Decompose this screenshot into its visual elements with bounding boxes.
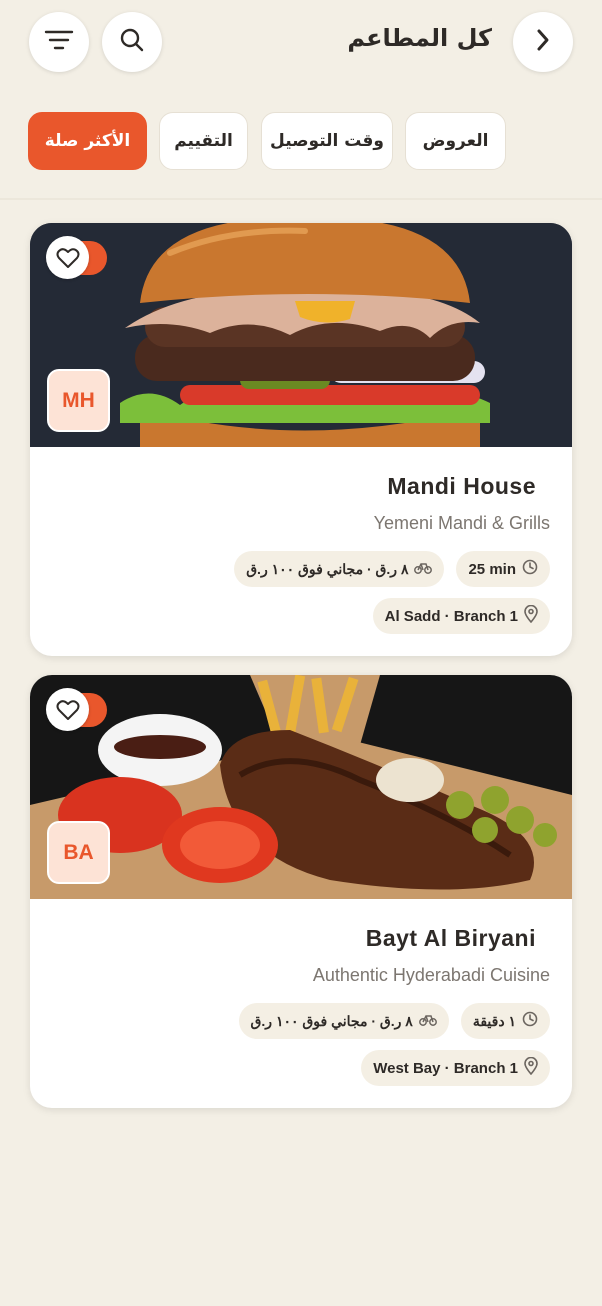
header: كل المطاعم الأكثر صلة التقييم وقت التوصي…: [0, 0, 602, 200]
heart-icon: [46, 688, 89, 731]
restaurant-logo: MH: [47, 369, 110, 432]
search-button[interactable]: [102, 12, 162, 72]
delivery-fee-tag: ٨ ر.ق · مجاني فوق ١٠٠ ر.ق: [238, 1003, 449, 1039]
bike-icon: [418, 1012, 437, 1030]
restaurant-card[interactable]: MH Mandi House Yemeni Mandi & Grills ٨ ر…: [30, 223, 572, 656]
location-text: West Bay · Branch 1: [373, 1059, 518, 1077]
delivery-fee-text: ٨ ر.ق · مجاني فوق ١٠٠ ر.ق: [246, 560, 409, 577]
location-tag: Al Sadd · Branch 1: [372, 598, 550, 634]
restaurant-name: Bayt Al Biryani: [365, 925, 536, 951]
favorite-toggle[interactable]: [46, 688, 107, 731]
delivery-time-tag: 25 min: [456, 551, 550, 587]
back-button[interactable]: [513, 12, 573, 72]
restaurant-logo: BA: [47, 821, 110, 884]
chevron-right-icon: [535, 28, 551, 56]
clock-icon: [522, 559, 538, 579]
delivery-time-text: ١ دقيقة: [472, 1012, 516, 1029]
chip-delivery-time[interactable]: وقت التوصيل: [261, 112, 393, 170]
location-pin-icon: [524, 1056, 538, 1079]
divider: [0, 198, 602, 200]
location-pin-icon: [524, 604, 538, 627]
favorite-toggle[interactable]: [46, 236, 107, 279]
chip-rating[interactable]: التقييم: [159, 112, 248, 170]
sort-chips: الأكثر صلة التقييم وقت التوصيل العروض: [0, 112, 602, 172]
delivery-fee-text: ٨ ر.ق · مجاني فوق ١٠٠ ر.ق: [250, 1012, 413, 1029]
meta-row: West Bay · Branch 1: [361, 1050, 550, 1086]
restaurant-image: BA: [30, 675, 572, 899]
restaurant-card[interactable]: BA Bayt Al Biryani Authentic Hyderabadi …: [30, 675, 572, 1108]
location-tag: West Bay · Branch 1: [361, 1050, 550, 1086]
meta-row: ٨ ر.ق · مجاني فوق ١٠٠ ر.ق ١ دقيقة: [238, 1003, 550, 1039]
delivery-time-text: 25 min: [468, 560, 516, 578]
search-icon: [119, 27, 145, 57]
meta-row: ٨ ر.ق · مجاني فوق ١٠٠ ر.ق 25 min: [234, 551, 550, 587]
page-title: كل المطاعم: [347, 24, 492, 52]
clock-icon: [522, 1011, 538, 1031]
restaurant-cuisine: Yemeni Mandi & Grills: [373, 513, 550, 533]
heart-icon: [46, 236, 89, 279]
location-text: Al Sadd · Branch 1: [384, 607, 518, 625]
chip-offers[interactable]: العروض: [405, 112, 506, 170]
meta-row: Al Sadd · Branch 1: [372, 598, 550, 634]
restaurant-name: Mandi House: [387, 473, 536, 499]
filter-icon: [44, 29, 74, 55]
restaurant-cuisine: Authentic Hyderabadi Cuisine: [312, 965, 550, 985]
chip-relevance[interactable]: الأكثر صلة: [28, 112, 147, 170]
filter-button[interactable]: [29, 12, 89, 72]
restaurant-image: MH: [30, 223, 572, 447]
delivery-time-tag: ١ دقيقة: [460, 1003, 550, 1039]
bike-icon: [414, 560, 433, 578]
delivery-fee-tag: ٨ ر.ق · مجاني فوق ١٠٠ ر.ق: [234, 551, 445, 587]
